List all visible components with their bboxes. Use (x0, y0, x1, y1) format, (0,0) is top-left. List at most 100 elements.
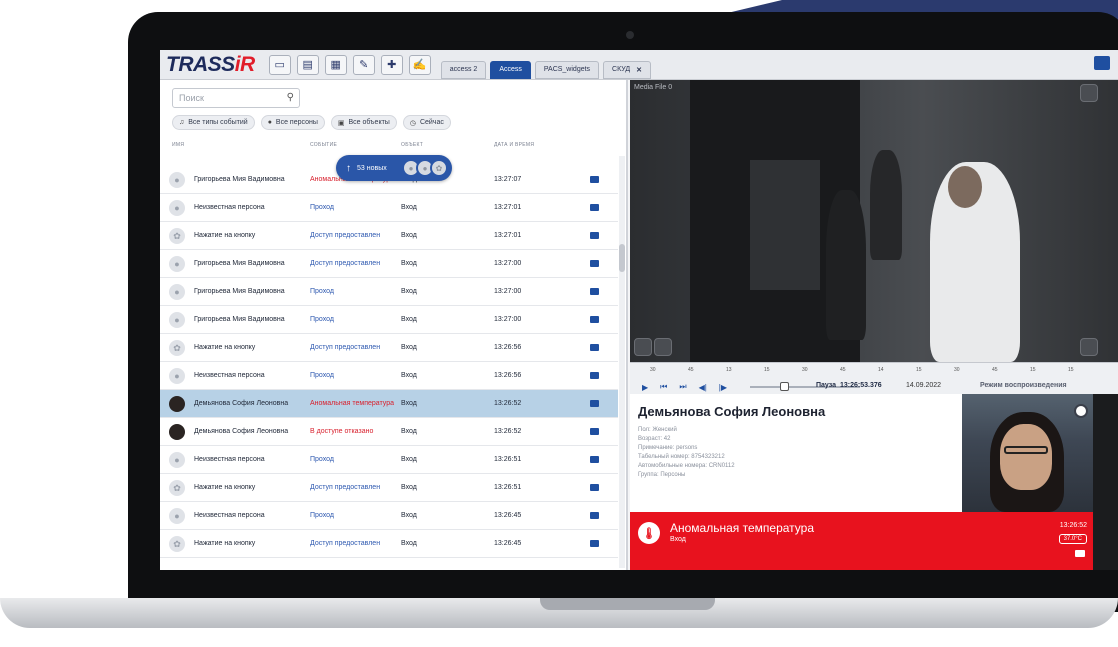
filter-persons[interactable]: ● Все персоны (260, 115, 325, 130)
table-row[interactable]: ✿ Нажатие на кнопку Доступ предоставлен Вхо… (160, 530, 618, 558)
camera-icon[interactable] (590, 512, 599, 519)
alarm-title: Аномальная температура (670, 521, 814, 535)
gear-icon: ✿ (430, 159, 448, 177)
table-row[interactable]: ● Неизвестная персона Проход Вход 13:26:45 (160, 502, 618, 530)
chat-icon[interactable]: ▤ (296, 54, 319, 75)
camera-icon[interactable] (590, 540, 599, 547)
timeline[interactable]: 30 45 13 15 30 45 14 15 30 45 15 15 ▶ ⏮ ⏭ ◀| |▶ Пау… (630, 362, 1118, 394)
fit-icon[interactable] (634, 338, 652, 356)
person-info-line: Пол: Женский (638, 427, 677, 433)
row-object: Вход (401, 204, 417, 211)
layout-icon[interactable] (1080, 338, 1098, 356)
table-row[interactable]: Демьянова София Леоновна Аномальная темпе… (160, 390, 618, 418)
row-event: Доступ предоставлен (310, 484, 381, 491)
row-name: Григорьева Мия Вадимовна (194, 176, 285, 183)
camera-icon[interactable] (590, 372, 599, 379)
camera-icon[interactable] (1075, 550, 1085, 557)
gear-icon: ✿ (169, 340, 185, 356)
table-row[interactable]: ✿ Нажатие на кнопку Доступ предоставлен Вхо… (160, 222, 618, 250)
filter-now[interactable]: ◷ Сейчас (402, 115, 451, 130)
table-row[interactable]: ● Григорьева Мия Вадимовна Проход Вход 13:27… (160, 306, 618, 334)
person-info-line: Автомобильные номера: CRN0112 (638, 463, 735, 469)
stage: TRASSiR ▭ ▤ ▦ ✎ ✚ ✍ access 2 Access PACS… (0, 0, 1118, 647)
edit-icon[interactable]: ✎ (352, 54, 375, 75)
camera-icon[interactable] (590, 484, 599, 491)
card-scrollbar[interactable] (1093, 394, 1118, 570)
timeline-tick: 15 (916, 367, 922, 373)
table-row[interactable]: ● Григорьева Мия Вадимовна Проход Вход 13:27… (160, 278, 618, 306)
photo-glasses (1004, 446, 1048, 454)
camera-icon[interactable] (590, 400, 599, 407)
person-card: Демьянова София Леоновна Пол: Женский Воз… (630, 394, 1118, 570)
timeline-tick: 15 (1030, 367, 1036, 373)
skip-back-icon[interactable]: ⏮ (660, 382, 667, 392)
search-input[interactable]: Поиск ⚲ (172, 88, 300, 108)
column-object[interactable]: ОБЪЕКТ (401, 142, 423, 148)
person-icon: ● (169, 368, 185, 384)
tab-skud[interactable]: СКУД ✕ (603, 60, 652, 79)
fullscreen-icon[interactable] (654, 338, 672, 356)
person-info-line: Табельный номер: 8754323212 (638, 454, 725, 460)
camera-icon[interactable] (590, 204, 599, 211)
timeline-tick: 30 (802, 367, 808, 373)
scroll-thumb[interactable] (619, 244, 625, 272)
row-object: Вход (401, 232, 417, 239)
row-time: 13:26:51 (494, 456, 522, 463)
column-datetime[interactable]: ДАТА И ВРЕМЯ (494, 142, 534, 148)
row-event: Проход (310, 512, 334, 519)
column-event[interactable]: СОБЫТИЕ (310, 142, 337, 148)
camera-icon[interactable] (590, 232, 599, 239)
camera-icon[interactable] (590, 176, 599, 183)
row-event: Проход (310, 288, 334, 295)
events-scrollbar[interactable] (619, 156, 625, 568)
timeline-tick: 30 (954, 367, 960, 373)
tab-access[interactable]: Access (490, 60, 531, 79)
person-info-line: Группа: Персоны (638, 472, 686, 478)
row-object: Вход (401, 400, 417, 407)
camera-icon[interactable] (590, 288, 599, 295)
playback-mode[interactable]: Режим воспроизведения (980, 382, 1067, 389)
camera-icon[interactable] (590, 428, 599, 435)
camera-icon[interactable] (590, 456, 599, 463)
table-row[interactable]: ✿ Нажатие на кнопку Доступ предоставлен Вхо… (160, 474, 618, 502)
gear-icon[interactable] (1074, 404, 1088, 418)
grid-icon[interactable]: ▦ (324, 54, 347, 75)
tab-pacs-widgets[interactable]: PACS_widgets (534, 60, 600, 79)
camera-icon[interactable] (1094, 56, 1110, 70)
table-row[interactable]: ● Неизвестная персона Проход Вход 13:26:56 (160, 362, 618, 390)
camera-icon[interactable] (590, 316, 599, 323)
person-icon: ● (169, 284, 185, 300)
step-forward-icon[interactable]: |▶ (719, 383, 727, 392)
new-events-button[interactable]: ↑ 53 новых ● ● ✿ (336, 155, 452, 181)
play-icon[interactable]: ▶ (642, 383, 648, 392)
zoom-icon[interactable] (1080, 84, 1098, 102)
row-object: Вход (401, 344, 417, 351)
row-time: 13:26:51 (494, 484, 522, 491)
gear-icon: ✿ (169, 480, 185, 496)
table-row[interactable]: Демьянова София Леоновна В доступе отказа… (160, 418, 618, 446)
table-row[interactable]: ● Неизвестная персона Проход Вход 13:27:01 (160, 194, 618, 222)
table-row[interactable]: ● Неизвестная персона Проход Вход 13:26:51 (160, 446, 618, 474)
table-row[interactable]: ● Григорьева Мия Вадимовна Доступ предоста… (160, 250, 618, 278)
skip-forward-icon[interactable]: ⏭ (679, 382, 686, 392)
row-time: 13:27:00 (494, 316, 522, 323)
alarm-banner[interactable]: 🌡 Аномальная температура Вход 13:26:52 3… (630, 512, 1093, 570)
person-info-line: Возраст: 42 (638, 436, 671, 442)
camera-icon[interactable] (590, 344, 599, 351)
close-icon[interactable]: ✕ (636, 66, 642, 74)
row-name: Демьянова София Леоновна (194, 400, 289, 407)
row-name: Неизвестная персона (194, 372, 265, 379)
table-row[interactable]: ✿ Нажатие на кнопку Доступ предоставлен Вхо… (160, 334, 618, 362)
camera-icon[interactable] (590, 260, 599, 267)
step-back-icon[interactable]: ◀| (699, 383, 707, 392)
speed-slider-knob[interactable] (780, 382, 789, 391)
tab-access-2[interactable]: access 2 (440, 60, 487, 79)
tape-icon[interactable]: ▭ (268, 54, 291, 75)
pen-icon[interactable]: ✍ (408, 54, 431, 75)
filter-objects[interactable]: ▣ Все объекты (330, 115, 397, 130)
filter-event-types[interactable]: ♫ Все типы событий (172, 115, 255, 130)
video-player[interactable]: Media File 0 (630, 80, 1118, 362)
column-name[interactable]: ИМЯ (172, 142, 184, 148)
puzzle-icon[interactable]: ✚ (380, 54, 403, 75)
row-name: Неизвестная персона (194, 512, 265, 519)
